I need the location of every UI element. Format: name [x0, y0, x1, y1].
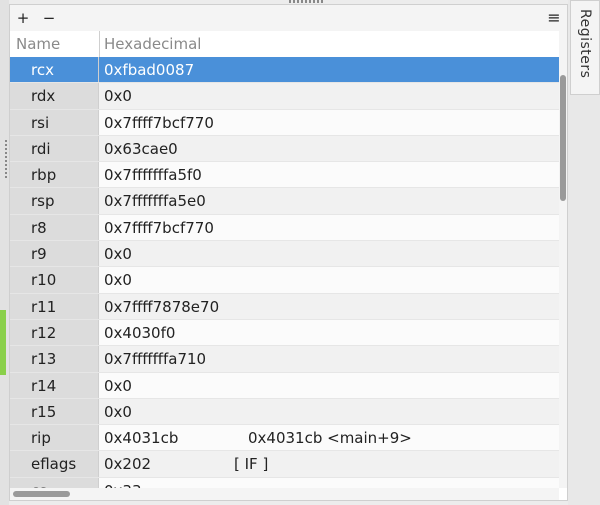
register-name: r8 [10, 214, 99, 241]
register-annotation: [ IF ] [234, 455, 269, 474]
horizontal-scrollbar[interactable] [10, 488, 559, 500]
register-value: 0x4031cb [104, 429, 179, 448]
register-value: 0x7ffff7878e70 [104, 297, 220, 316]
register-name: r9 [10, 241, 99, 267]
register-row[interactable]: rcx 0xfbad0087 [10, 57, 559, 84]
register-value: 0x7fffffffa5f0 [104, 166, 202, 185]
register-name: rdi [10, 135, 99, 162]
register-row[interactable]: rdx 0x0 [10, 83, 559, 110]
left-dock-indicator [0, 310, 6, 375]
registers-panel: + − ≡ Name Hexadecimal rcx 0xfbad0087 rdx 0… [9, 4, 568, 501]
register-row[interactable]: r10 0x0 [10, 267, 559, 294]
register-row[interactable]: rdi 0x63cae0 [10, 135, 559, 163]
register-row[interactable]: eflags 0x202 [ IF ] [10, 451, 559, 478]
register-name: r13 [10, 346, 99, 372]
register-row[interactable]: r14 0x0 [10, 372, 559, 399]
register-row[interactable]: r13 0x7fffffffa710 [10, 346, 559, 373]
register-name: r10 [10, 267, 99, 293]
register-value: 0x0 [104, 271, 132, 290]
register-name: r12 [10, 319, 99, 346]
add-button[interactable]: + [13, 8, 33, 28]
register-name: r15 [10, 398, 99, 425]
registers-side-tab-label: Registers [577, 9, 593, 79]
register-value: 0x0 [104, 245, 132, 264]
register-row[interactable]: rbp 0x7fffffffa5f0 [10, 162, 559, 189]
register-name: r11 [10, 293, 99, 319]
register-name: rbp [10, 162, 99, 188]
register-value: 0x4030f0 [104, 323, 176, 342]
register-value: 0xfbad0087 [104, 61, 195, 79]
register-name: rcx [10, 57, 99, 83]
register-name: rsi [10, 109, 99, 135]
column-header-hexadecimal[interactable]: Hexadecimal [104, 31, 201, 57]
top-resize-handle[interactable] [289, 0, 325, 3]
register-row[interactable]: r12 0x4030f0 [10, 319, 559, 347]
register-value: 0x7fffffffa710 [104, 350, 207, 369]
menu-icon[interactable]: ≡ [544, 8, 564, 28]
register-value: 0x0 [104, 376, 132, 395]
register-name: cs [10, 477, 99, 488]
vertical-scrollbar-thumb[interactable] [560, 75, 566, 201]
register-value: 0x7ffff7bcf770 [104, 113, 214, 132]
table-header: Name Hexadecimal [10, 31, 567, 58]
column-header-name[interactable]: Name [16, 31, 100, 57]
register-row[interactable]: r8 0x7ffff7bcf770 [10, 214, 559, 242]
register-name: rip [10, 425, 99, 451]
register-row[interactable]: r9 0x0 [10, 241, 559, 268]
vertical-scrollbar[interactable] [559, 31, 567, 488]
register-row[interactable]: rip 0x4031cb 0x4031cb <main+9> [10, 425, 559, 452]
register-row[interactable]: cs 0x33 [10, 477, 559, 488]
register-name: r14 [10, 372, 99, 398]
register-annotation: 0x4031cb <main+9> [248, 429, 412, 448]
register-row[interactable]: rsp 0x7fffffffa5e0 [10, 188, 559, 215]
horizontal-scrollbar-thumb[interactable] [13, 491, 70, 497]
left-dock-strip [0, 0, 9, 505]
register-value: 0x63cae0 [104, 139, 178, 158]
register-value: 0x7ffff7bcf770 [104, 218, 214, 237]
panel-toolbar: + − ≡ [10, 5, 567, 31]
register-value: 0x202 [104, 455, 152, 474]
registers-table: rcx 0xfbad0087 rdx 0x0 rsi 0x7ffff7bcf770 rdi 0… [10, 57, 559, 488]
register-value: 0x0 [104, 402, 132, 421]
register-row[interactable]: rsi 0x7ffff7bcf770 [10, 109, 559, 136]
registers-side-tab[interactable]: Registers [570, 0, 600, 95]
register-value: 0x33 [104, 478, 142, 488]
register-name: rsp [10, 188, 99, 214]
remove-button[interactable]: − [39, 8, 59, 28]
register-value: 0x0 [104, 87, 132, 106]
left-resize-handle[interactable] [5, 140, 7, 180]
register-row[interactable]: r11 0x7ffff7878e70 [10, 293, 559, 320]
register-name: eflags [10, 451, 99, 477]
register-value: 0x7fffffffa5e0 [104, 192, 206, 211]
register-name: rdx [10, 83, 99, 109]
register-row[interactable]: r15 0x0 [10, 398, 559, 426]
